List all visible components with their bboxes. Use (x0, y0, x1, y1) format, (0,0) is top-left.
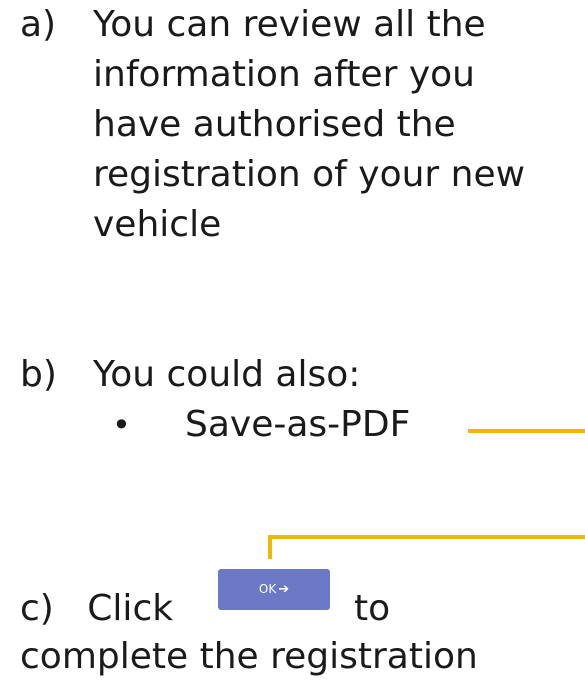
step-b-text: You could also: (93, 354, 361, 395)
step-c-click-text: Click (87, 588, 174, 629)
bullet-dot: • (112, 406, 131, 444)
bullet-text: Save-as-PDF (185, 404, 411, 445)
connector-line-save-as-pdf (468, 429, 585, 433)
step-c-completion-text: complete the registration (20, 636, 478, 677)
step-b-marker: b) (20, 354, 57, 395)
ok-button-label: OK (258, 582, 277, 596)
step-a: a) You can review all the information af… (20, 0, 585, 250)
connector-line-ok-horizontal (268, 535, 585, 539)
step-c-marker: c) (20, 588, 54, 629)
ok-button[interactable]: OK ➔ (218, 569, 330, 610)
step-a-marker: a) (20, 4, 57, 45)
arrow-right-icon: ➔ (278, 582, 290, 597)
step-a-text: You can review all the information after… (93, 4, 526, 245)
connector-line-ok-vertical (268, 535, 272, 559)
step-c-to-text: to (354, 588, 391, 629)
step-b: b) You could also: (20, 350, 585, 400)
step-c-line: c) Click (20, 584, 173, 634)
